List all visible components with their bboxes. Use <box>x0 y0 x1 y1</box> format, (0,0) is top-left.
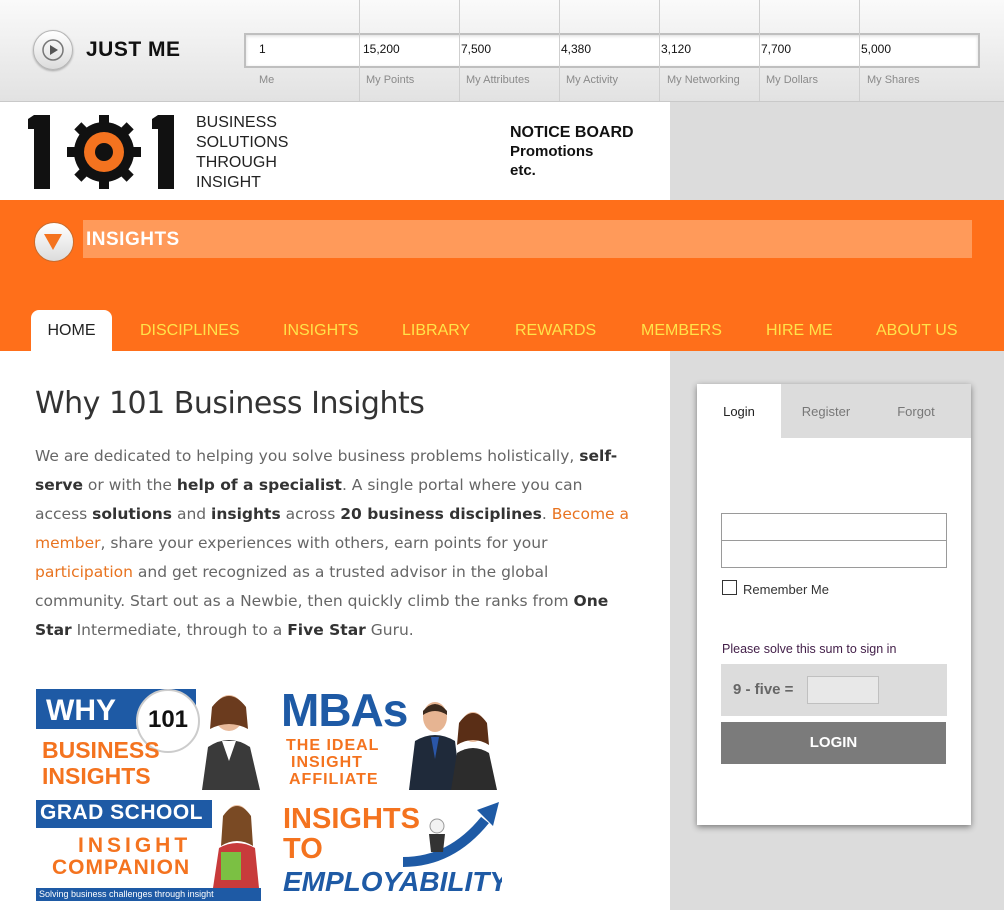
stat-shares-value: 5,000 <box>861 42 892 56</box>
stat-divider <box>359 0 360 101</box>
captcha-instruction: Please solve this sum to sign in <box>722 642 897 656</box>
student-image <box>213 805 259 888</box>
nav-disciplines[interactable]: DISCIPLINES <box>140 310 240 351</box>
stat-activity-label[interactable]: My Activity <box>566 74 618 86</box>
section-title: JUST ME <box>86 38 181 61</box>
nav-members[interactable]: MEMBERS <box>641 310 722 351</box>
stat-dollars-value: 7,700 <box>761 42 792 56</box>
promo-employability[interactable]: INSIGHTS TO EMPLOYABILITY <box>281 800 502 901</box>
nav-home[interactable]: HOME <box>31 310 112 353</box>
tab-forgot[interactable]: Forgot <box>871 384 961 438</box>
promo-why-101[interactable]: WHY 101 BUSINESS INSIGHTS <box>36 689 261 790</box>
stat-me-value: 1 <box>259 42 266 56</box>
stat-divider <box>459 0 460 101</box>
tab-login[interactable]: Login <box>697 384 781 438</box>
stat-divider <box>759 0 760 101</box>
stat-networking-value: 3,120 <box>661 42 692 56</box>
nav-library[interactable]: LIBRARY <box>402 310 470 351</box>
stat-me-label[interactable]: Me <box>259 74 274 86</box>
remember-me-label: Remember Me <box>743 582 829 597</box>
login-panel: Login Register Forgot Remember Me Please… <box>697 384 971 825</box>
password-field[interactable] <box>721 540 947 568</box>
person-image <box>202 695 260 790</box>
chevron-down-icon[interactable] <box>34 222 74 262</box>
stat-shares-label[interactable]: My Shares <box>867 74 920 86</box>
tab-register[interactable]: Register <box>781 384 871 438</box>
stat-points-value: 15,200 <box>363 42 400 56</box>
stat-attributes-label[interactable]: My Attributes <box>466 74 530 86</box>
nav-about-us[interactable]: ABOUT US <box>876 310 958 351</box>
captcha-input[interactable] <box>807 676 879 704</box>
participation-link[interactable]: participation <box>35 563 133 581</box>
stat-dollars-label[interactable]: My Dollars <box>766 74 818 86</box>
notice-board-title: NOTICE BOARD <box>510 124 634 141</box>
intro-paragraph: We are dedicated to helping you solve bu… <box>35 447 630 639</box>
stat-networking-label[interactable]: My Networking <box>667 74 740 86</box>
captcha-box: 9 - five = <box>721 664 947 716</box>
logo[interactable] <box>28 115 180 194</box>
login-button[interactable]: LOGIN <box>721 722 946 764</box>
remember-me-checkbox[interactable] <box>722 580 737 595</box>
page-title: Why 101 Business Insights <box>35 386 425 421</box>
logo-tagline: BUSINESS SOLUTIONS THROUGH INSIGHT <box>196 114 289 191</box>
header-side-panel <box>670 102 1004 200</box>
promo-grad-school[interactable]: GRAD SCHOOL INSIGHT COMPANION Solving bu… <box>36 800 261 901</box>
growth-arrow-icon <box>402 802 499 867</box>
nav-insights[interactable]: INSIGHTS <box>283 310 359 351</box>
stat-divider <box>559 0 560 101</box>
play-icon[interactable] <box>33 30 73 70</box>
notice-board: NOTICE BOARD Promotions etc. <box>510 123 634 180</box>
stat-divider <box>659 0 660 101</box>
insights-title: INSIGHTS <box>86 229 180 250</box>
promo-mbas[interactable]: MBAs THE IDEAL INSIGHT AFFILIATE <box>281 689 502 790</box>
nav-rewards[interactable]: REWARDS <box>515 310 596 351</box>
stat-points-label[interactable]: My Points <box>366 74 414 86</box>
nav-hire-me[interactable]: HIRE ME <box>766 310 833 351</box>
notice-line: etc. <box>510 162 536 179</box>
stat-attributes-value: 7,500 <box>461 42 492 56</box>
insights-bar[interactable] <box>83 220 972 258</box>
username-field[interactable] <box>721 513 947 541</box>
stat-activity-value: 4,380 <box>561 42 592 56</box>
notice-line: Promotions <box>510 143 594 160</box>
people-image <box>409 702 497 790</box>
captcha-question: 9 - five = <box>733 681 794 698</box>
stat-divider <box>859 0 860 101</box>
stats-bar: JUST ME 1 Me 15,200 My Points 7,500 My A… <box>0 0 1004 102</box>
